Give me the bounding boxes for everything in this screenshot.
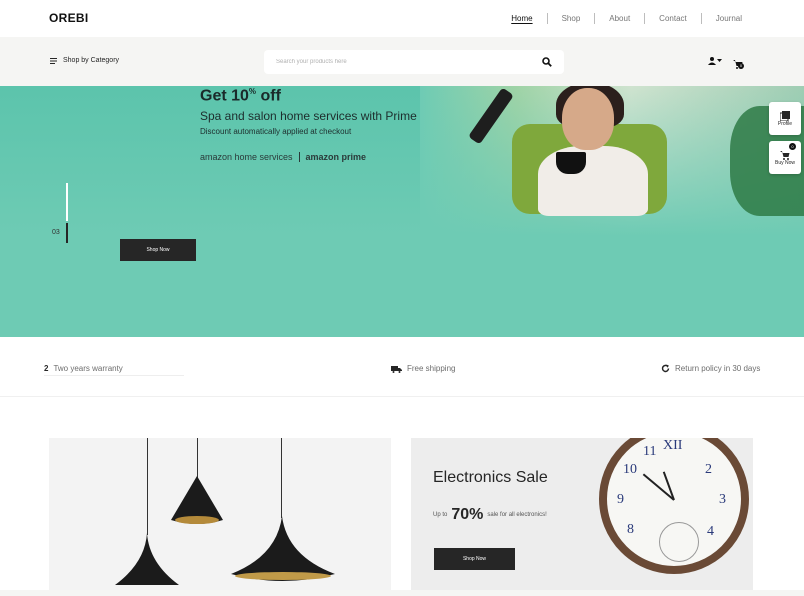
menu-icon bbox=[50, 57, 57, 64]
watch-sub-dial bbox=[659, 522, 699, 562]
logo[interactable]: OREBI bbox=[49, 11, 89, 25]
user-icon bbox=[708, 57, 716, 65]
feature-returns: Return policy in 30 days bbox=[661, 364, 760, 373]
lamp-wire bbox=[281, 438, 282, 518]
search-box bbox=[264, 50, 564, 74]
pendant-lamp-image bbox=[231, 516, 335, 581]
nav-home[interactable]: Home bbox=[497, 13, 548, 24]
caret-down-icon bbox=[717, 59, 722, 62]
hero-note: Discount automatically applied at checko… bbox=[200, 127, 352, 136]
main-nav: Home Shop About Contact Journal bbox=[497, 13, 742, 24]
cart-count-badge: 0 bbox=[738, 63, 744, 69]
buy-now-side-button[interactable]: 0 Buy Now bbox=[769, 141, 801, 174]
buy-now-label: Buy Now bbox=[774, 159, 795, 166]
user-menu[interactable] bbox=[708, 57, 722, 65]
nav-journal[interactable]: Journal bbox=[702, 13, 742, 24]
warranty-label: Two years warranty bbox=[53, 364, 123, 373]
slide-number: 03 bbox=[52, 229, 60, 236]
pendant-lamp-image bbox=[171, 476, 223, 524]
amazon-prime-logo: amazon prime bbox=[305, 152, 367, 162]
woman-body-image bbox=[538, 146, 648, 216]
coffee-cup-image bbox=[556, 152, 586, 174]
electronics-title: Electronics Sale bbox=[433, 469, 548, 486]
nav-about[interactable]: About bbox=[595, 13, 646, 24]
feature-warranty: 2 Two years warranty bbox=[44, 364, 184, 376]
search-input[interactable] bbox=[264, 50, 524, 74]
profile-side-button[interactable]: Profile bbox=[769, 102, 801, 135]
nav-contact[interactable]: Contact bbox=[645, 13, 702, 24]
refresh-icon bbox=[661, 364, 670, 373]
brand-divider bbox=[298, 152, 300, 162]
lamp-wire bbox=[197, 438, 198, 478]
electronics-shop-now-button[interactable]: Shop Now bbox=[434, 548, 515, 570]
hero-shop-now-button[interactable]: Shop Now bbox=[120, 239, 196, 261]
hero-banner[interactable]: Get 10% off Spa and salon home services … bbox=[0, 86, 804, 337]
returns-label: Return policy in 30 days bbox=[675, 364, 761, 373]
slide-indicator-line[interactable] bbox=[66, 183, 68, 221]
cart-button[interactable]: 0 bbox=[733, 56, 744, 74]
hero-title: Get 10% off bbox=[200, 87, 281, 105]
shop-by-category-button[interactable]: Shop by Category bbox=[50, 57, 119, 64]
sale-text: sale for all electronics! bbox=[487, 512, 547, 518]
truck-icon bbox=[391, 365, 402, 373]
woman-face-image bbox=[562, 88, 614, 150]
shipping-label: Free shipping bbox=[407, 364, 456, 373]
pendant-lamp-image bbox=[115, 533, 179, 585]
pocket-watch-image: XII 2 3 4 9 10 11 8 bbox=[599, 438, 749, 574]
warranty-number: 2 bbox=[44, 364, 49, 373]
lamp-wire bbox=[147, 438, 148, 535]
profile-icon bbox=[780, 110, 790, 121]
electronics-promo-card[interactable]: Electronics Sale Up to 70% sale for all … bbox=[411, 438, 753, 590]
profile-label: Profile bbox=[777, 120, 793, 127]
feature-shipping: Free shipping bbox=[391, 364, 455, 373]
search-icon[interactable] bbox=[542, 57, 552, 67]
page-bottom-strip bbox=[0, 590, 804, 596]
sale-percent: 70% bbox=[451, 506, 484, 523]
upto-label: Up to bbox=[433, 512, 448, 518]
cart-icon bbox=[780, 150, 790, 160]
brand-logos: amazon home services amazon prime bbox=[200, 152, 366, 162]
hero-subtitle: Spa and salon home services with Prime bbox=[200, 109, 417, 123]
buy-count-badge: 0 bbox=[789, 143, 796, 150]
search-bar-row: Shop by Category 0 bbox=[0, 37, 804, 86]
lamps-promo-card[interactable] bbox=[49, 438, 391, 590]
amazon-home-services-logo: amazon home services bbox=[200, 152, 293, 162]
sale-line: Up to 70% sale for all electronics! bbox=[433, 506, 547, 524]
top-header: OREBI Home Shop About Contact Journal bbox=[0, 0, 804, 37]
slide-indicator-active[interactable] bbox=[66, 223, 68, 243]
features-row: 2 Two years warranty Free shipping Retur… bbox=[0, 337, 804, 397]
shop-by-category-label: Shop by Category bbox=[63, 57, 120, 64]
nav-shop[interactable]: Shop bbox=[548, 13, 596, 24]
